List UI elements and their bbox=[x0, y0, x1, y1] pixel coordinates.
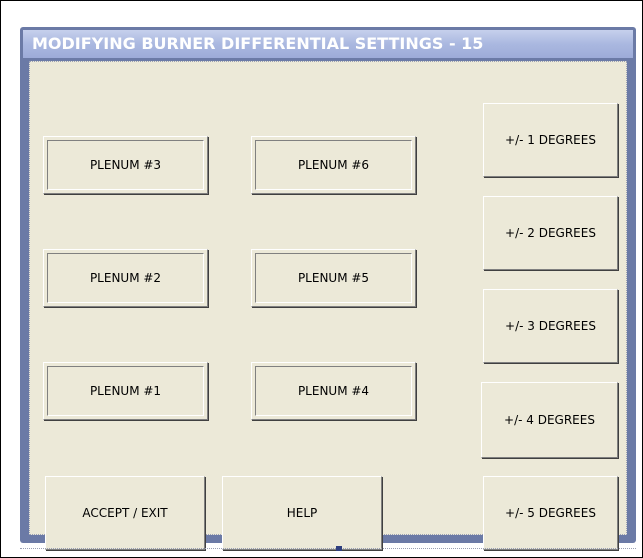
plenum-4-label: PLENUM #4 bbox=[297, 384, 370, 398]
plenum-5-label: PLENUM #5 bbox=[297, 271, 370, 285]
window-title: MODIFYING BURNER DIFFERENTIAL SETTINGS -… bbox=[32, 34, 484, 53]
plenum-1-button[interactable]: PLENUM #1 bbox=[43, 362, 208, 420]
plenum-6-button[interactable]: PLENUM #6 bbox=[251, 136, 416, 194]
plenum-5-button[interactable]: PLENUM #5 bbox=[251, 249, 416, 307]
plus-minus-4-degrees-button[interactable]: +/- 4 DEGREES bbox=[481, 382, 618, 458]
plenum-1-label: PLENUM #1 bbox=[89, 384, 162, 398]
dialog-window: MODIFYING BURNER DIFFERENTIAL SETTINGS -… bbox=[20, 27, 636, 550]
plus-minus-4-degrees-label: +/- 4 DEGREES bbox=[504, 413, 595, 427]
plus-minus-1-degrees-label: +/- 1 DEGREES bbox=[505, 133, 596, 147]
resize-handle-marker[interactable] bbox=[336, 546, 342, 551]
dialog-client-area: PLENUM #3 PLENUM #2 PLENUM #1 PLENUM #6 … bbox=[29, 61, 627, 550]
plenum-2-label: PLENUM #2 bbox=[89, 271, 162, 285]
plus-minus-1-degrees-button[interactable]: +/- 1 DEGREES bbox=[483, 103, 618, 177]
accept-exit-button[interactable]: ACCEPT / EXIT bbox=[45, 476, 205, 550]
plenum-3-label: PLENUM #3 bbox=[89, 158, 162, 172]
bottom-dotted-border bbox=[20, 548, 636, 550]
plus-minus-3-degrees-label: +/- 3 DEGREES bbox=[505, 319, 596, 333]
plus-minus-3-degrees-button[interactable]: +/- 3 DEGREES bbox=[483, 289, 618, 363]
title-bar[interactable]: MODIFYING BURNER DIFFERENTIAL SETTINGS -… bbox=[23, 30, 633, 58]
plus-minus-5-degrees-button[interactable]: +/- 5 DEGREES bbox=[483, 476, 618, 550]
plus-minus-5-degrees-label: +/- 5 DEGREES bbox=[505, 506, 596, 520]
accept-exit-label: ACCEPT / EXIT bbox=[82, 506, 168, 520]
plus-minus-2-degrees-button[interactable]: +/- 2 DEGREES bbox=[483, 196, 618, 270]
plenum-4-button[interactable]: PLENUM #4 bbox=[251, 362, 416, 420]
help-label: HELP bbox=[286, 506, 318, 520]
plus-minus-2-degrees-label: +/- 2 DEGREES bbox=[505, 226, 596, 240]
plenum-2-button[interactable]: PLENUM #2 bbox=[43, 249, 208, 307]
plenum-6-label: PLENUM #6 bbox=[297, 158, 370, 172]
help-button[interactable]: HELP bbox=[222, 476, 382, 550]
plenum-3-button[interactable]: PLENUM #3 bbox=[43, 136, 208, 194]
